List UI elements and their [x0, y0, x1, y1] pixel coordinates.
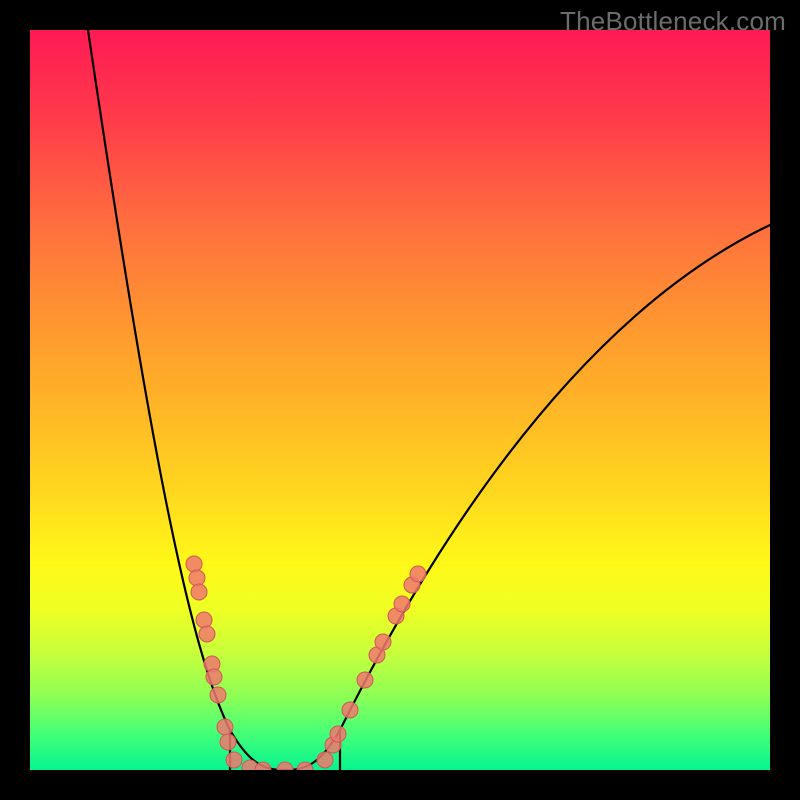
data-point: [189, 570, 205, 586]
data-point: [186, 556, 202, 572]
data-point: [277, 762, 293, 770]
data-point: [210, 687, 226, 703]
data-point: [206, 669, 222, 685]
curve-layer: [30, 30, 770, 770]
data-point: [199, 626, 215, 642]
data-point: [317, 752, 333, 768]
data-point: [357, 672, 373, 688]
data-point: [394, 596, 410, 612]
chart-frame: TheBottleneck.com: [0, 0, 800, 800]
data-point: [342, 702, 358, 718]
data-point: [330, 726, 346, 742]
data-point: [375, 634, 391, 650]
data-point: [410, 566, 426, 582]
plot-area: [30, 30, 770, 770]
data-point: [217, 719, 233, 735]
watermark-text: TheBottleneck.com: [560, 6, 786, 37]
data-point: [196, 612, 212, 628]
data-point: [191, 584, 207, 600]
bottleneck-curve: [88, 30, 770, 770]
data-point: [220, 734, 236, 750]
data-point: [226, 752, 242, 768]
